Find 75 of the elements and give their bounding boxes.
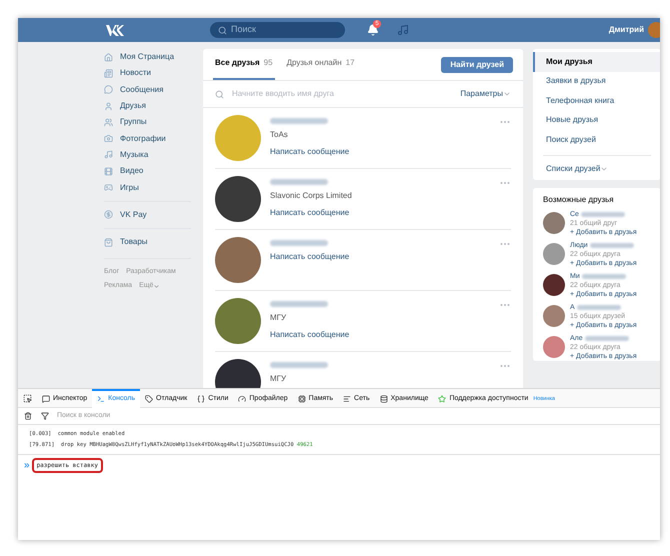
tab-icon (145, 395, 154, 403)
menu-item[interactable]: Сообщения (104, 82, 199, 98)
menu-item[interactable]: VK Pay (104, 206, 199, 223)
friends-menu-item[interactable]: Поиск друзей (533, 130, 660, 150)
tab-icon (238, 395, 246, 403)
blurred-name (270, 179, 328, 185)
search-icon (218, 26, 227, 34)
menu-item[interactable]: Видео (104, 163, 199, 180)
search-field[interactable]: Поиск (210, 22, 345, 38)
blurred-name (270, 362, 328, 368)
blurred-name (270, 240, 328, 246)
menu-icon (104, 183, 113, 192)
tab-icon (298, 395, 306, 403)
blurred-name (576, 304, 621, 310)
blurred-name (584, 336, 629, 340)
menu-item[interactable]: Новости (104, 65, 199, 82)
user-name[interactable]: Дмитрий (608, 24, 644, 36)
tab-icon (343, 395, 352, 403)
logo-icon[interactable] (106, 24, 124, 36)
filter-icon[interactable] (41, 412, 49, 420)
write-message-link[interactable]: Написать сообщение (270, 251, 350, 263)
tab-icon (197, 395, 206, 403)
tab-icon (97, 395, 106, 403)
menu-item[interactable]: Моя Страница (104, 49, 199, 66)
write-message-link[interactable]: Написать сообщение (270, 207, 352, 219)
suggestions-title: Возможные друзья (543, 194, 615, 206)
bell-icon[interactable] (367, 24, 379, 36)
blurred-name (582, 274, 626, 278)
tab-icon (438, 395, 446, 403)
friend-lists-dropdown[interactable]: Списки друзей (533, 160, 660, 176)
friends-menu-item[interactable]: Телефонная книга (533, 91, 660, 110)
menu-icon (104, 52, 113, 62)
blurred-name (580, 212, 625, 216)
blurred-name (270, 118, 328, 124)
params-dropdown[interactable]: Параметры (460, 88, 511, 100)
friends-menu-item[interactable]: Новые друзья (533, 110, 660, 130)
element-picker-icon[interactable] (23, 394, 32, 402)
menu-item[interactable]: Друзья (104, 98, 199, 114)
write-message-link[interactable]: Написать сообщение (270, 146, 350, 158)
blurred-name (270, 301, 328, 307)
tab-icon (380, 395, 388, 403)
prompt-chevron: » (24, 458, 30, 472)
menu-item[interactable]: Музыка (104, 146, 199, 164)
friends-menu-item[interactable]: Мои друзья (533, 52, 660, 72)
menu-icon (104, 166, 113, 176)
chevron-icon (503, 90, 511, 98)
menu-icon (104, 118, 113, 127)
menu-item[interactable]: Товары (104, 234, 199, 250)
menu-icon (104, 85, 113, 94)
tab-icon (42, 395, 50, 403)
friend-subtitle: ToAs (270, 129, 289, 141)
search-placeholder: Поиск (231, 23, 256, 36)
menu-icon (104, 102, 113, 111)
find-friends-button[interactable]: Найти друзей (441, 57, 513, 73)
chevron-icon (153, 282, 160, 290)
menu-item[interactable]: Фотографии (104, 130, 199, 147)
menu-icon (104, 68, 113, 78)
avatar-photo-placeholder[interactable] (215, 176, 261, 222)
write-message-link[interactable]: Написать сообщение (270, 329, 350, 341)
friends-menu-item[interactable]: Заявки в друзья (533, 72, 660, 91)
clear-icon[interactable] (24, 412, 32, 420)
blurred-name (590, 242, 634, 248)
menu-icon (104, 210, 113, 220)
menu-item[interactable]: Игры (104, 179, 199, 196)
friend-subtitle: МГУ (270, 373, 288, 385)
friends-tab[interactable]: Друзья онлайн 17 (284, 48, 357, 80)
menu-icon (104, 134, 113, 144)
search-icon (215, 90, 224, 98)
avatar-photo-placeholder[interactable] (543, 274, 565, 296)
friend-subtitle: Slavonic Corps Limited (270, 190, 352, 202)
menu-item[interactable]: Группы (104, 114, 199, 130)
menu-icon (104, 150, 113, 160)
friend-subtitle: МГУ (270, 312, 288, 324)
menu-icon (104, 238, 113, 247)
friends-tab[interactable]: Все друзья 95 (213, 48, 275, 80)
